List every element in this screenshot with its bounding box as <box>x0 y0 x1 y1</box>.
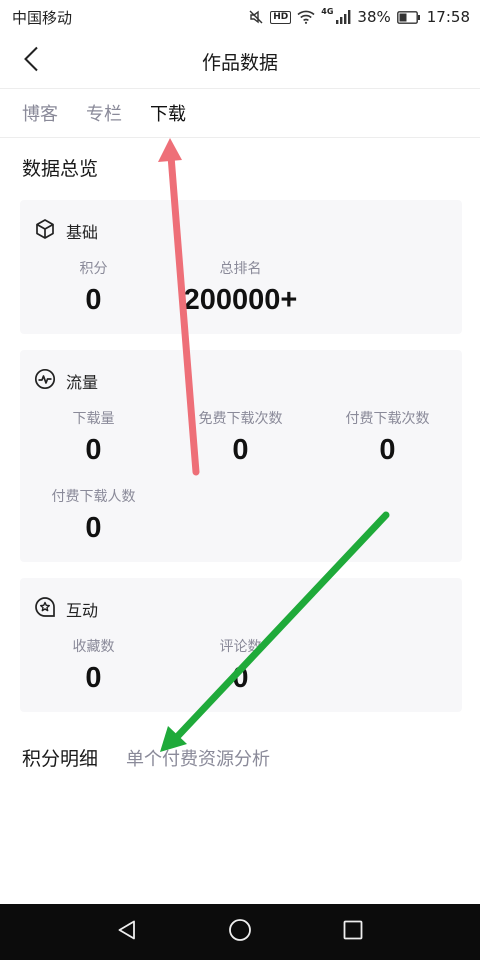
stat-value: 0 <box>85 284 102 316</box>
interaction-card-title: 互动 <box>66 601 99 620</box>
pulse-icon <box>34 368 56 394</box>
stat-downloads: 下载量 0 <box>20 408 167 467</box>
basic-card: 基础 积分 0 总排名 200000+ <box>20 200 462 334</box>
stat-label: 付费下载次数 <box>345 411 430 427</box>
triangle-back-icon <box>116 919 138 945</box>
stat-label: 评论数 <box>219 639 262 655</box>
stat-free-downloads: 免费下载次数 0 <box>167 408 314 467</box>
signal-icon <box>335 10 351 24</box>
star-chat-icon <box>34 596 56 622</box>
interaction-card: 互动 收藏数 0 评论数 0 <box>20 578 462 712</box>
traffic-card-header: 流量 <box>34 368 98 394</box>
stat-points: 积分 0 <box>20 258 167 317</box>
tab-download[interactable]: 下载 <box>150 100 186 126</box>
tab-column[interactable]: 专栏 <box>86 100 122 126</box>
chevron-left-icon <box>23 46 39 76</box>
stat-comments: 评论数 0 <box>167 636 314 695</box>
stat-label: 免费下载次数 <box>198 411 283 427</box>
mute-icon <box>248 9 264 25</box>
system-recents-button[interactable] <box>333 912 373 952</box>
stat-favorites: 收藏数 0 <box>20 636 167 695</box>
stat-value: 0 <box>379 434 396 466</box>
system-nav-bar <box>0 904 480 960</box>
basic-card-header: 基础 <box>34 218 98 244</box>
stat-value: 0 <box>85 434 102 466</box>
points-detail-link[interactable]: 积分明细 <box>22 744 98 771</box>
stat-label: 收藏数 <box>72 639 115 655</box>
status-left: 中国移动 <box>12 7 72 28</box>
square-recents-icon <box>342 919 364 945</box>
stat-value: 0 <box>232 434 249 466</box>
stat-value: 0 <box>85 512 102 544</box>
stat-total-rank: 总排名 200000+ <box>167 258 314 317</box>
stat-paid-downloads: 付费下载次数 0 <box>314 408 461 467</box>
traffic-card: 流量 下载量 0 免费下载次数 0 付费下载次数 0 付费下载人数 0 <box>20 350 462 562</box>
battery-percent: 38% <box>357 8 391 26</box>
tab-bar: 博客 专栏 下载 <box>0 88 480 138</box>
nav-bar: 作品数据 <box>0 34 480 88</box>
resource-analysis-link[interactable]: 单个付费资源分析 <box>126 745 270 771</box>
cube-icon <box>34 218 56 244</box>
stat-label: 下载量 <box>72 411 115 427</box>
hd-badge: HD <box>270 10 292 24</box>
stat-label: 积分 <box>79 261 108 277</box>
stat-value: 200000+ <box>183 284 298 316</box>
status-bar: 中国移动 HD 4G 38% 17:58 <box>0 0 480 34</box>
stat-value: 0 <box>232 662 249 694</box>
traffic-card-title: 流量 <box>66 373 99 392</box>
status-right: HD 4G 38% 17:58 <box>248 6 470 26</box>
battery-icon <box>396 10 421 24</box>
system-back-button[interactable] <box>107 912 147 952</box>
circle-home-icon <box>228 918 252 946</box>
tab-blog[interactable]: 博客 <box>22 100 58 126</box>
back-button[interactable] <box>14 44 48 78</box>
carrier-label: 中国移动 <box>12 8 73 27</box>
system-home-button[interactable] <box>220 912 260 952</box>
stat-label: 总排名 <box>219 261 262 277</box>
clock: 17:58 <box>426 8 470 26</box>
overview-heading: 数据总览 <box>22 158 99 180</box>
stat-label: 付费下载人数 <box>51 489 136 505</box>
stat-value: 0 <box>85 662 102 694</box>
stat-paid-downloaders: 付费下载人数 0 <box>20 486 167 545</box>
page-title: 作品数据 <box>201 51 278 74</box>
wifi-icon <box>297 10 315 24</box>
basic-card-title: 基础 <box>66 223 99 242</box>
network-type: 4G <box>321 6 334 16</box>
interaction-card-header: 互动 <box>34 596 98 622</box>
